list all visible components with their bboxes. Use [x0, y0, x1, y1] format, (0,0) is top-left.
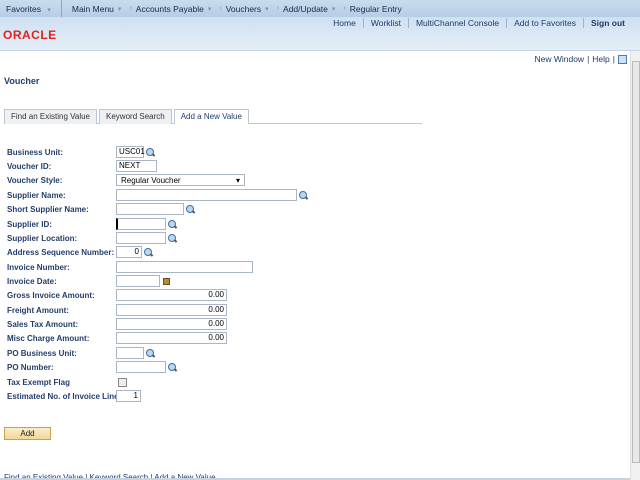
customize-page-icon[interactable] [618, 54, 627, 64]
chevron-down-icon: ▾ [265, 5, 269, 13]
voucher-style-value: Regular Voucher [121, 175, 181, 185]
chevron-down-icon: ▾ [331, 5, 336, 13]
supplier-location-label: Supplier Location: [7, 233, 78, 243]
breadcrumb-vouchers[interactable]: Vouchers [226, 4, 261, 14]
vertical-scrollbar[interactable] [630, 51, 640, 480]
po-business-unit-label: PO Business Unit: [7, 348, 77, 358]
tax-exempt-label: Tax Exempt Flag [7, 377, 70, 387]
worklist-link[interactable]: Worklist [362, 18, 408, 28]
main-menu[interactable]: Main Menu [72, 4, 114, 14]
lookup-icon[interactable] [299, 190, 308, 200]
voucher-id-label: Voucher ID: [7, 161, 52, 171]
lookup-icon[interactable] [168, 233, 177, 243]
invoice-number-input[interactable] [116, 261, 253, 273]
breadcrumb-arrow-icon: › [219, 5, 222, 12]
page-title: Voucher [4, 76, 40, 86]
breadcrumb-regular-entry: Regular Entry [349, 3, 402, 14]
invoice-number-label: Invoice Number: [7, 262, 70, 272]
voucher-style-select[interactable]: Regular Voucher ▾ [116, 174, 245, 186]
lookup-icon[interactable] [186, 204, 195, 214]
supplier-location-input[interactable] [116, 232, 166, 244]
favorites-label: Favorites [6, 3, 41, 14]
gross-invoice-amount-label: Gross Invoice Amount: [7, 290, 95, 300]
multichannel-console-link[interactable]: MultiChannel Console [407, 18, 506, 28]
top-nav-bar: Favorites ▾ Main Menu ▾ › Accounts Payable… [0, 0, 640, 17]
breadcrumb-add-update[interactable]: Add/Update [283, 4, 328, 14]
address-sequence-input[interactable]: 0 [116, 246, 142, 258]
sign-out-link[interactable]: Sign out [583, 18, 632, 28]
sales-tax-amount-label: Sales Tax Amount: [7, 319, 79, 329]
invoice-date-input[interactable] [116, 275, 160, 287]
add-button[interactable]: Add [4, 427, 51, 440]
freight-amount-input[interactable]: 0.00 [116, 304, 227, 316]
supplier-id-label: Supplier ID: [7, 219, 52, 229]
po-business-unit-input[interactable] [116, 347, 144, 359]
supplier-name-input[interactable] [116, 189, 297, 201]
home-link[interactable]: Home [326, 18, 363, 28]
divider [60, 0, 62, 17]
short-supplier-name-input[interactable] [116, 203, 184, 215]
breadcrumb-arrow-icon: › [343, 5, 346, 12]
lookup-icon[interactable] [146, 147, 155, 157]
tax-exempt-checkbox[interactable] [118, 377, 127, 387]
header: Home Worklist MultiChannel Console Add t… [0, 17, 640, 51]
lookup-icon[interactable] [168, 219, 177, 229]
tab-find-existing-value[interactable]: Find an Existing Value [4, 109, 98, 124]
calendar-icon[interactable] [163, 277, 170, 285]
address-sequence-label: Address Sequence Number: [7, 247, 115, 257]
sales-tax-amount-input[interactable]: 0.00 [116, 318, 227, 330]
voucher-style-label: Voucher Style: [7, 175, 63, 185]
scrollbar-thumb[interactable] [632, 61, 640, 463]
misc-charge-amount-label: Misc Charge Amount: [7, 333, 90, 343]
short-supplier-name-label: Short Supplier Name: [7, 204, 89, 214]
add-to-favorites-link[interactable]: Add to Favorites [506, 18, 583, 28]
breadcrumb-arrow-icon: › [129, 5, 132, 12]
breadcrumb-arrow-icon: › [276, 5, 279, 12]
dropdown-arrow-icon: ▾ [235, 175, 240, 185]
estimated-invoice-lines-input[interactable]: 1 [116, 390, 141, 402]
voucher-id-input[interactable]: NEXT [116, 160, 157, 172]
new-window-link[interactable]: New Window [534, 54, 584, 64]
po-number-label: PO Number: [7, 362, 54, 372]
search-tabs: Find an Existing Value Keyword Search Ad… [4, 109, 422, 124]
tab-add-new-value[interactable]: Add a New Value [173, 109, 249, 124]
business-unit-input[interactable]: USC01 [116, 146, 145, 158]
lookup-icon[interactable] [146, 348, 155, 358]
estimated-invoice-lines-label: Estimated No. of Invoice Lines: [7, 391, 126, 401]
favorites-menu[interactable]: Favorites ▾ [0, 4, 61, 14]
lookup-icon[interactable] [168, 362, 177, 372]
invoice-date-label: Invoice Date: [7, 276, 57, 286]
chevron-down-icon: ▾ [47, 6, 51, 14]
help-link[interactable]: Help [592, 54, 609, 64]
oracle-logo: ORACLE [3, 28, 57, 42]
chevron-down-icon: ▾ [207, 5, 212, 13]
misc-charge-amount-input[interactable]: 0.00 [116, 332, 227, 344]
tab-keyword-search[interactable]: Keyword Search [99, 109, 172, 124]
chevron-down-icon: ▾ [117, 5, 122, 13]
supplier-name-label: Supplier Name: [7, 190, 66, 200]
po-number-input[interactable] [116, 361, 166, 373]
business-unit-label: Business Unit: [7, 147, 64, 157]
breadcrumb-accounts-payable[interactable]: Accounts Payable [136, 4, 204, 14]
freight-amount-label: Freight Amount: [7, 305, 69, 315]
supplier-id-input[interactable] [116, 218, 166, 230]
lookup-icon[interactable] [144, 247, 153, 257]
content-area: New Window | Help | Voucher Find an Existi… [0, 51, 630, 480]
gross-invoice-amount-input[interactable]: 0.00 [116, 289, 227, 301]
